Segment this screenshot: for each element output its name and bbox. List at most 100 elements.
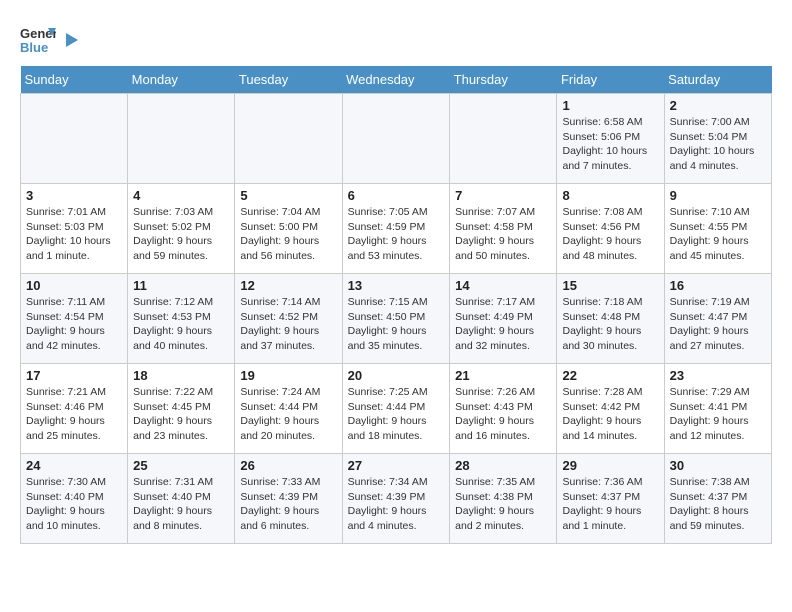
day-number: 16 (670, 278, 766, 293)
calendar-cell: 16 Sunrise: 7:19 AMSunset: 4:47 PMDayligh… (664, 274, 771, 364)
day-number: 22 (562, 368, 658, 383)
calendar-cell (128, 94, 235, 184)
day-info: Sunrise: 7:36 AMSunset: 4:37 PMDaylight:… (562, 475, 658, 534)
day-info: Sunrise: 7:21 AMSunset: 4:46 PMDaylight:… (26, 385, 122, 444)
day-info: Sunrise: 7:31 AMSunset: 4:40 PMDaylight:… (133, 475, 229, 534)
day-number: 5 (240, 188, 336, 203)
calendar-cell (342, 94, 450, 184)
day-info: Sunrise: 6:58 AMSunset: 5:06 PMDaylight:… (562, 115, 658, 174)
calendar-cell: 18 Sunrise: 7:22 AMSunset: 4:45 PMDayligh… (128, 364, 235, 454)
day-number: 9 (670, 188, 766, 203)
calendar-cell: 28Sunrise: 7:35 AMSunset: 4:38 PMDayligh… (450, 454, 557, 544)
day-info: Sunrise: 7:33 AMSunset: 4:39 PMDaylight:… (240, 475, 336, 534)
calendar-cell: 22 Sunrise: 7:28 AMSunset: 4:42 PMDayligh… (557, 364, 664, 454)
day-info: Sunrise: 7:29 AMSunset: 4:41 PMDaylight:… (670, 385, 766, 444)
day-number: 26 (240, 458, 336, 473)
day-info: Sunrise: 7:38 AMSunset: 4:37 PMDaylight:… (670, 475, 766, 534)
calendar-cell: 27 Sunrise: 7:34 AMSunset: 4:39 PMDayligh… (342, 454, 450, 544)
day-number: 4 (133, 188, 229, 203)
calendar-cell: 14Sunrise: 7:17 AMSunset: 4:49 PMDayligh… (450, 274, 557, 364)
day-number: 30 (670, 458, 766, 473)
week-row-3: 10 Sunrise: 7:11 AMSunset: 4:54 PMDayligh… (21, 274, 772, 364)
calendar-cell: 4 Sunrise: 7:03 AMSunset: 5:02 PMDaylight… (128, 184, 235, 274)
day-info: Sunrise: 7:03 AMSunset: 5:02 PMDaylight:… (133, 205, 229, 264)
page-header: General Blue (20, 20, 772, 56)
day-info: Sunrise: 7:00 AMSunset: 5:04 PMDaylight:… (670, 115, 766, 174)
day-info: Sunrise: 7:05 AMSunset: 4:59 PMDaylight:… (348, 205, 445, 264)
weekday-header-wednesday: Wednesday (342, 66, 450, 94)
day-info: Sunrise: 7:22 AMSunset: 4:45 PMDaylight:… (133, 385, 229, 444)
day-number: 20 (348, 368, 445, 383)
day-info: Sunrise: 7:24 AMSunset: 4:44 PMDaylight:… (240, 385, 336, 444)
day-number: 1 (562, 98, 658, 113)
day-info: Sunrise: 7:10 AMSunset: 4:55 PMDaylight:… (670, 205, 766, 264)
calendar-cell: 26 Sunrise: 7:33 AMSunset: 4:39 PMDayligh… (235, 454, 342, 544)
weekday-header-saturday: Saturday (664, 66, 771, 94)
day-number: 10 (26, 278, 122, 293)
calendar-cell: 20 Sunrise: 7:25 AMSunset: 4:44 PMDayligh… (342, 364, 450, 454)
day-number: 13 (348, 278, 445, 293)
calendar-cell: 10 Sunrise: 7:11 AMSunset: 4:54 PMDayligh… (21, 274, 128, 364)
day-info: Sunrise: 7:14 AMSunset: 4:52 PMDaylight:… (240, 295, 336, 354)
calendar-cell: 11 Sunrise: 7:12 AMSunset: 4:53 PMDayligh… (128, 274, 235, 364)
logo: General Blue (20, 20, 80, 56)
day-info: Sunrise: 7:18 AMSunset: 4:48 PMDaylight:… (562, 295, 658, 354)
weekday-header-row: SundayMondayTuesdayWednesdayThursdayFrid… (21, 66, 772, 94)
day-number: 29 (562, 458, 658, 473)
day-info: Sunrise: 7:28 AMSunset: 4:42 PMDaylight:… (562, 385, 658, 444)
week-row-2: 3Sunrise: 7:01 AMSunset: 5:03 PMDaylight… (21, 184, 772, 274)
calendar-cell: 1 Sunrise: 6:58 AMSunset: 5:06 PMDaylight… (557, 94, 664, 184)
day-info: Sunrise: 7:07 AMSunset: 4:58 PMDaylight:… (455, 205, 551, 264)
day-number: 7 (455, 188, 551, 203)
calendar-cell: 9 Sunrise: 7:10 AMSunset: 4:55 PMDaylight… (664, 184, 771, 274)
svg-text:Blue: Blue (20, 40, 48, 55)
weekday-header-thursday: Thursday (450, 66, 557, 94)
weekday-header-friday: Friday (557, 66, 664, 94)
week-row-5: 24 Sunrise: 7:30 AMSunset: 4:40 PMDayligh… (21, 454, 772, 544)
calendar-cell: 6 Sunrise: 7:05 AMSunset: 4:59 PMDaylight… (342, 184, 450, 274)
calendar-cell: 7 Sunrise: 7:07 AMSunset: 4:58 PMDaylight… (450, 184, 557, 274)
day-number: 11 (133, 278, 229, 293)
day-info: Sunrise: 7:30 AMSunset: 4:40 PMDaylight:… (26, 475, 122, 534)
calendar-cell (21, 94, 128, 184)
day-info: Sunrise: 7:11 AMSunset: 4:54 PMDaylight:… (26, 295, 122, 354)
calendar-cell: 3Sunrise: 7:01 AMSunset: 5:03 PMDaylight… (21, 184, 128, 274)
day-info: Sunrise: 7:35 AMSunset: 4:38 PMDaylight:… (455, 475, 551, 534)
logo-triangle (62, 31, 80, 49)
calendar-table: SundayMondayTuesdayWednesdayThursdayFrid… (20, 66, 772, 544)
day-info: Sunrise: 7:15 AMSunset: 4:50 PMDaylight:… (348, 295, 445, 354)
logo-icon: General Blue (20, 20, 56, 56)
day-number: 6 (348, 188, 445, 203)
calendar-cell: 5 Sunrise: 7:04 AMSunset: 5:00 PMDaylight… (235, 184, 342, 274)
day-number: 15 (562, 278, 658, 293)
day-number: 2 (670, 98, 766, 113)
day-number: 17 (26, 368, 122, 383)
calendar-cell: 24 Sunrise: 7:30 AMSunset: 4:40 PMDayligh… (21, 454, 128, 544)
day-number: 19 (240, 368, 336, 383)
day-number: 18 (133, 368, 229, 383)
calendar-cell (450, 94, 557, 184)
week-row-4: 17 Sunrise: 7:21 AMSunset: 4:46 PMDayligh… (21, 364, 772, 454)
day-number: 12 (240, 278, 336, 293)
day-info: Sunrise: 7:19 AMSunset: 4:47 PMDaylight:… (670, 295, 766, 354)
calendar-cell: 13 Sunrise: 7:15 AMSunset: 4:50 PMDayligh… (342, 274, 450, 364)
day-number: 25 (133, 458, 229, 473)
day-info: Sunrise: 7:25 AMSunset: 4:44 PMDaylight:… (348, 385, 445, 444)
day-info: Sunrise: 7:08 AMSunset: 4:56 PMDaylight:… (562, 205, 658, 264)
day-info: Sunrise: 7:01 AMSunset: 5:03 PMDaylight:… (26, 205, 122, 264)
day-number: 8 (562, 188, 658, 203)
day-number: 27 (348, 458, 445, 473)
weekday-header-sunday: Sunday (21, 66, 128, 94)
calendar-cell: 23Sunrise: 7:29 AMSunset: 4:41 PMDayligh… (664, 364, 771, 454)
calendar-cell (235, 94, 342, 184)
day-info: Sunrise: 7:34 AMSunset: 4:39 PMDaylight:… (348, 475, 445, 534)
day-number: 24 (26, 458, 122, 473)
calendar-cell: 21Sunrise: 7:26 AMSunset: 4:43 PMDayligh… (450, 364, 557, 454)
calendar-cell: 8 Sunrise: 7:08 AMSunset: 4:56 PMDaylight… (557, 184, 664, 274)
weekday-header-monday: Monday (128, 66, 235, 94)
calendar-cell: 15 Sunrise: 7:18 AMSunset: 4:48 PMDayligh… (557, 274, 664, 364)
calendar-cell: 17 Sunrise: 7:21 AMSunset: 4:46 PMDayligh… (21, 364, 128, 454)
day-info: Sunrise: 7:12 AMSunset: 4:53 PMDaylight:… (133, 295, 229, 354)
day-info: Sunrise: 7:04 AMSunset: 5:00 PMDaylight:… (240, 205, 336, 264)
day-number: 14 (455, 278, 551, 293)
